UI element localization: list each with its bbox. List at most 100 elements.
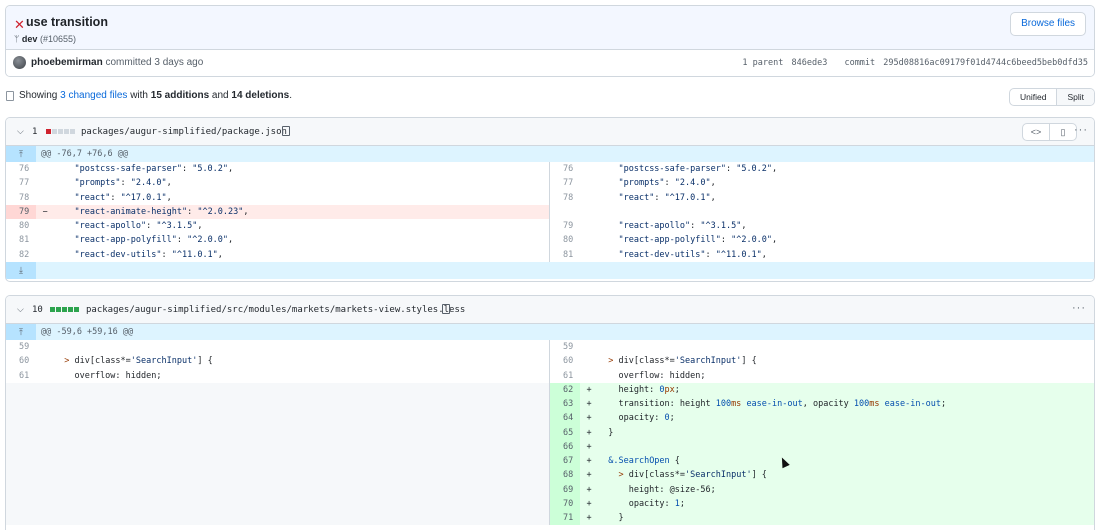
line-number-left[interactable]: 61 <box>6 369 36 383</box>
chevron-down-icon[interactable]: ⌵ <box>17 126 24 137</box>
line-number-right[interactable]: 80 <box>550 233 580 247</box>
diff-rows: 59 59 60 > div[class*='SearchInput'] {60 >… <box>6 340 1094 526</box>
right-side: 77 "prompts": "2.4.0", <box>550 176 1094 190</box>
diff-sign <box>36 233 54 247</box>
diff-row: 68 + > div[class*='SearchInput'] { <box>6 468 1094 483</box>
diffstat-bars <box>46 129 75 134</box>
diff-sign: + <box>586 484 592 495</box>
expand-up-icon[interactable]: ⤒ <box>6 324 36 340</box>
line-number-right[interactable]: 62 <box>550 382 580 397</box>
line-number-left[interactable]: 82 <box>6 248 36 262</box>
line-number-right[interactable]: 63 <box>550 397 580 412</box>
diffstat-del <box>46 129 51 134</box>
split-button[interactable]: Split <box>1056 89 1094 105</box>
diffstat-add <box>56 307 61 312</box>
diff-sign: + <box>586 513 592 523</box>
line-number-right[interactable]: 78 <box>550 191 580 205</box>
more-options-icon[interactable]: ··· <box>1074 124 1088 136</box>
diff-row: 78 "react": "^17.0.1", 78 "react": "^17.0… <box>6 190 1094 205</box>
code-view-icon[interactable]: <> <box>1022 123 1050 141</box>
close-icon[interactable]: ✕ <box>14 17 25 33</box>
code-line: "react-dev-utils": "^11.0.1", <box>74 249 223 260</box>
line-number-right[interactable]: 69 <box>550 482 580 497</box>
line-number-left[interactable]: 77 <box>6 176 36 190</box>
left-side <box>6 397 550 412</box>
line-number-right[interactable]: 71 <box>550 511 580 526</box>
avatar[interactable] <box>13 56 26 69</box>
code-line: "react-dev-utils": "^11.0.1", <box>618 249 767 260</box>
line-number-left[interactable]: 80 <box>6 219 36 233</box>
line-number-left[interactable]: 78 <box>6 191 36 205</box>
browse-files-button[interactable]: Browse files <box>1010 12 1086 36</box>
right-side: 68 + > div[class*='SearchInput'] { <box>550 468 1094 483</box>
expand-down-icon[interactable]: ⤓ <box>6 261 36 279</box>
line-number-right[interactable]: 77 <box>550 176 580 190</box>
diff-sign <box>36 191 54 205</box>
code-line: "react-app-polyfill": "^2.0.0", <box>74 235 234 246</box>
stats-mid1: with <box>130 90 148 101</box>
unified-button[interactable]: Unified <box>1010 89 1056 105</box>
diff-row: 61 overflow: hidden; 61 overflow: hidden; <box>6 368 1094 383</box>
code-line: "react-animate-height": "^2.0.23", <box>74 206 249 217</box>
line-number-right[interactable]: 79 <box>550 219 580 233</box>
diff-sign: + <box>586 441 592 452</box>
deletions-count: 14 deletions <box>231 90 290 101</box>
diff-row: 67 + &.SearchOpen { <box>6 454 1094 469</box>
left-side <box>6 482 550 497</box>
diff-sign <box>36 354 54 368</box>
left-side: 76 "postcss-safe-parser": "5.0.2", <box>6 162 550 177</box>
code-line: height: 0px; <box>598 384 680 395</box>
right-side: 65 + } <box>550 425 1094 440</box>
line-number-right[interactable]: 70 <box>550 496 580 511</box>
file-path[interactable]: packages/augur-simplified/package.json <box>81 127 287 137</box>
parent-hash[interactable]: 846ede3 <box>792 58 828 68</box>
right-side: 60 > div[class*='SearchInput'] { <box>550 354 1094 368</box>
line-number-right[interactable]: 81 <box>550 248 580 262</box>
diffstat-add <box>50 307 55 312</box>
line-number-right[interactable]: 66 <box>550 439 580 454</box>
right-side: 64 + opacity: 0; <box>550 411 1094 426</box>
diff-view-toggle: Unified Split <box>1008 88 1095 106</box>
left-side <box>6 468 550 483</box>
diff-row: 62 + height: 0px; <box>6 382 1094 397</box>
line-number-left[interactable]: 79 <box>6 204 36 219</box>
line-number-right[interactable]: 60 <box>550 354 580 368</box>
line-number-right[interactable]: 64 <box>550 411 580 426</box>
chevron-down-icon[interactable]: ⌵ <box>17 304 24 315</box>
diffstat-bars <box>50 307 79 312</box>
diff-row: 63 + transition: height 100ms ease-in-out… <box>6 397 1094 412</box>
line-number-left[interactable]: 59 <box>6 340 36 354</box>
diffstat-add <box>68 307 73 312</box>
code-line: > div[class*='SearchInput'] { <box>608 356 757 367</box>
line-number-left[interactable]: 76 <box>6 162 36 176</box>
expand-up-icon[interactable]: ⤒ <box>6 146 36 162</box>
branch-name[interactable]: dev <box>22 34 38 44</box>
left-side: 60 > div[class*='SearchInput'] { <box>6 354 550 369</box>
rich-view-icon[interactable]: ▯ <box>1049 123 1077 141</box>
diff-row: 64 + opacity: 0; <box>6 411 1094 426</box>
code-line: opacity: 1; <box>598 498 686 509</box>
line-number-right[interactable]: 59 <box>550 340 580 354</box>
diff-sign <box>580 219 598 233</box>
changed-files-link[interactable]: 3 changed files <box>60 90 127 101</box>
file-path[interactable]: packages/augur-simplified/src/modules/ma… <box>86 305 465 315</box>
more-options-icon[interactable]: ··· <box>1072 302 1086 314</box>
code-line: height: @size-56; <box>598 484 716 495</box>
copy-icon[interactable] <box>442 304 450 314</box>
left-side <box>6 511 550 526</box>
diff-sign: + <box>586 399 592 409</box>
line-number-left[interactable]: 60 <box>6 354 36 368</box>
line-number-right[interactable]: 67 <box>550 454 580 469</box>
line-number-right[interactable]: 65 <box>550 425 580 440</box>
hunk-header: ⤒ @@ -76,7 +76,6 @@ <box>6 146 1094 162</box>
line-number-right[interactable]: 61 <box>550 369 580 383</box>
copy-icon[interactable] <box>282 126 290 136</box>
line-number-right[interactable]: 68 <box>550 468 580 483</box>
right-side: 61 overflow: hidden; <box>550 369 1094 383</box>
code-line: overflow: hidden; <box>54 370 162 381</box>
right-side: 62 + height: 0px; <box>550 382 1094 397</box>
author-name[interactable]: phoebemirman <box>31 57 103 68</box>
pr-link[interactable]: (#10655) <box>40 34 76 44</box>
line-number-left[interactable]: 81 <box>6 233 36 247</box>
line-number-right[interactable]: 76 <box>550 162 580 176</box>
